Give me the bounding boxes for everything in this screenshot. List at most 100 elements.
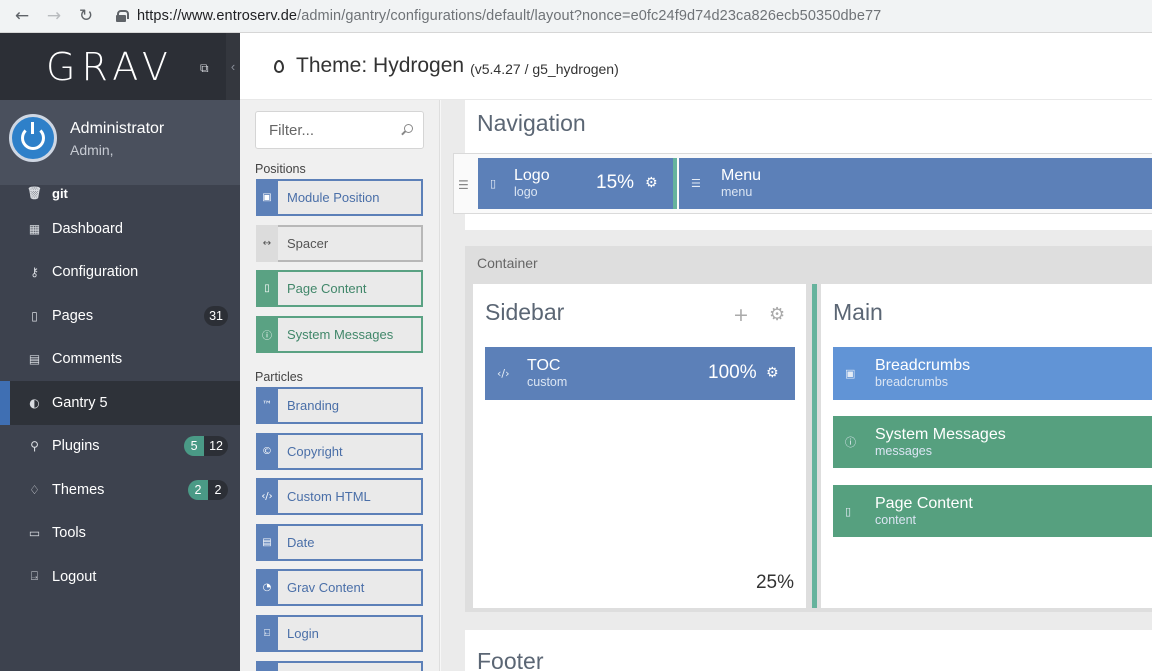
column-splitter[interactable] [673, 158, 677, 209]
sidebar-nav: 🗑 git ▦ Dashboard ⚷ Configuration ▯ Page… [0, 185, 240, 599]
plugins-count-badge: 12 [204, 436, 228, 457]
section-navigation: Navigation ☰ ▯ Logo logo 15% ⚙ ☰ Menu me… [453, 100, 1152, 230]
collapse-sidebar-button[interactable]: ‹ [226, 33, 240, 100]
particle-login[interactable]: ⍇ Login [256, 615, 423, 652]
user-profile[interactable]: Administrator Admin, [0, 100, 240, 185]
sidebar-item-tools[interactable]: ▭ Tools [0, 512, 240, 556]
main-area: Theme: Hydrogen (v5.4.27 / g5_hydrogen) … [240, 33, 1152, 671]
back-icon[interactable]: ← [6, 3, 38, 29]
theme-version: (v5.4.27 / g5_hydrogen) [470, 60, 619, 77]
admin-sidebar: GRAV ⧉ ‹ Administrator Admin, 🗑 git ▦ Da… [0, 33, 240, 671]
forward-icon[interactable]: → [38, 3, 70, 29]
sidebar-item-comments[interactable]: ▤ Comments [0, 338, 240, 382]
sidebar-item-label: Configuration [52, 264, 139, 281]
address-bar[interactable]: https://www.entroserv.de/admin/gantry/co… [116, 8, 881, 24]
block-breadcrumbs[interactable]: ▣ Breadcrumbs breadcrumbs [833, 347, 1152, 400]
block-name: Breadcrumbs [875, 357, 971, 374]
block-name: Logo [514, 167, 550, 184]
arrows-icon: ↔ [256, 225, 278, 262]
block-logo[interactable]: ▯ Logo logo 15% ⚙ [478, 158, 673, 209]
particle-module-position[interactable]: ▣ Module Position [256, 179, 423, 216]
url-path: /admin/gantry/configurations/default/lay… [297, 8, 882, 24]
sidebar-item-label: Pages [52, 307, 94, 324]
avatar [9, 114, 57, 162]
sidebar-item-configuration[interactable]: ⚷ Configuration [0, 251, 240, 295]
column-title: Main [833, 299, 883, 325]
plugins-update-badge: 5 [184, 436, 205, 457]
info-icon: ⓘ [845, 436, 856, 449]
block-name: Page Content [875, 494, 973, 512]
block-type: breadcrumbs [875, 375, 948, 389]
calendar-icon: ▤ [256, 524, 278, 561]
block-toc[interactable]: ‹/› TOC custom 100% ⚙ [485, 347, 795, 400]
info-icon: ⓘ [256, 316, 278, 353]
search-icon [404, 124, 413, 133]
sidebar-item-logout[interactable]: ⍈ Logout [0, 555, 240, 599]
particle-copyright[interactable]: © Copyright [256, 433, 423, 470]
module-icon: ▣ [256, 179, 278, 216]
user-role: Admin, [70, 142, 114, 158]
file-icon: ▯ [490, 177, 497, 190]
file-icon: ▯ [31, 308, 38, 323]
plug-icon: ⚲ [30, 439, 39, 454]
user-name: Administrator [70, 120, 165, 137]
particle-grav-content[interactable]: ◔ Grav Content [256, 569, 423, 606]
particle-system-messages[interactable]: ⓘ System Messages [256, 316, 423, 353]
column-percent: 25% [755, 572, 794, 593]
page-title: Theme: Hydrogen [296, 54, 465, 77]
block-menu[interactable]: ☰ Menu menu [679, 158, 1152, 209]
gear-icon[interactable]: ⚙ [766, 365, 779, 381]
tm-icon: ™ [256, 387, 278, 424]
particle-label: Module Position [287, 190, 380, 205]
block-type: custom [527, 375, 568, 389]
particles-label: Particles [255, 370, 303, 384]
section-title: Navigation [477, 110, 586, 136]
sidebar-item-gantry[interactable]: ◐ Gantry 5 [0, 381, 240, 425]
particle-next[interactable] [256, 661, 423, 671]
block-system-messages[interactable]: ⓘ System Messages messages [833, 416, 1152, 468]
block-type: logo [514, 185, 538, 199]
drag-handle-icon[interactable]: ☰ [458, 178, 469, 192]
block-type: messages [875, 443, 932, 458]
layout-canvas: Navigation ☰ ▯ Logo logo 15% ⚙ ☰ Menu me… [441, 100, 1152, 671]
particle-custom-html[interactable]: ‹/› Custom HTML [256, 478, 423, 515]
gear-icon[interactable]: ⚙ [645, 175, 658, 191]
block-percent: 15% [596, 172, 635, 193]
sidebar-item-label: Tools [52, 525, 86, 542]
gear-icon[interactable]: ⚙ [769, 304, 785, 325]
sidebar-item-label: Dashboard [52, 220, 123, 237]
gantry-icon: ◐ [29, 395, 40, 410]
particle-label: Copyright [287, 444, 343, 459]
particle-label: Spacer [287, 236, 329, 251]
sidebar-item-plugins[interactable]: ⚲ Plugins 5 12 [0, 425, 240, 469]
filter-placeholder: Filter... [269, 121, 315, 139]
reload-icon[interactable]: ↻ [70, 3, 102, 29]
sidebar-item-label: Comments [52, 351, 123, 368]
external-link-icon[interactable]: ⧉ [200, 61, 209, 76]
sidebar-item-git[interactable]: 🗑 git [0, 185, 240, 207]
menu-icon: ☰ [691, 177, 701, 190]
particle-page-content[interactable]: ▯ Page Content [256, 270, 423, 307]
section-title: Footer [477, 648, 544, 671]
particle-label: Page Content [287, 281, 367, 296]
block-page-content[interactable]: ▯ Page Content content [833, 485, 1152, 537]
sidebar-item-dashboard[interactable]: ▦ Dashboard [0, 207, 240, 251]
particle-spacer[interactable]: ↔ Spacer [256, 225, 423, 262]
sidebar-item-themes[interactable]: ♢ Themes 2 2 [0, 468, 240, 512]
filter-input[interactable]: Filter... [255, 111, 424, 149]
grav-logo[interactable]: GRAV [46, 45, 174, 89]
section-container: Container Sidebar + ⚙ ‹/› TOC custom 100… [465, 246, 1152, 612]
particles-panel: Filter... Positions ▣ Module Position ↔ … [240, 100, 440, 671]
column-splitter[interactable] [812, 284, 817, 608]
file-icon: ▯ [845, 504, 852, 518]
copyright-icon: © [256, 433, 278, 470]
themes-count-badge: 2 [208, 479, 228, 500]
particle-date[interactable]: ▤ Date [256, 524, 423, 561]
grid-icon: ▦ [28, 221, 41, 236]
add-icon[interactable]: + [733, 304, 749, 326]
particle-branding[interactable]: ™ Branding [256, 387, 423, 424]
sidebar-item-pages[interactable]: ▯ Pages 31 [0, 294, 240, 338]
block-type: content [875, 512, 917, 527]
block-type: menu [721, 185, 753, 199]
drop-icon: ♢ [29, 482, 40, 497]
